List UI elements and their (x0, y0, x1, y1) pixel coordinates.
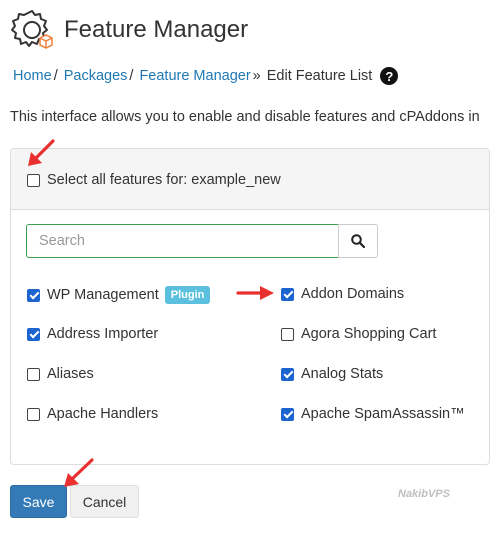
feature-item-address-importer[interactable]: Address Importer (27, 326, 158, 342)
feature-item-analog-stats[interactable]: Analog Stats (281, 366, 383, 382)
breadcrumb-separator: » (252, 68, 261, 84)
search-icon (351, 234, 365, 248)
feature-item-wp-management[interactable]: WP Management Plugin (27, 286, 211, 304)
page-header: Feature Manager (10, 8, 248, 52)
select-all-checkbox[interactable] (27, 173, 40, 187)
watermark-logo: NakibVPS (398, 488, 450, 500)
feature-label: Aliases (47, 366, 94, 382)
feature-label: WP Management (47, 287, 159, 303)
feature-checkbox[interactable] (27, 288, 40, 302)
select-all-checkbox-row[interactable]: Select all features for: example_new (27, 172, 281, 188)
feature-checkbox[interactable] (281, 327, 294, 341)
breadcrumb: Home / Packages / Feature Manager » Edit… (13, 67, 399, 85)
panel-header: Select all features for: example_new (11, 149, 489, 210)
intro-text: This interface allows you to enable and … (10, 109, 480, 125)
annotation-arrow-icon (236, 286, 274, 300)
feature-label: Apache SpamAssassin™ (301, 406, 465, 422)
annotation-arrow-icon (64, 458, 94, 487)
question-circle-icon[interactable]: ? (380, 67, 399, 85)
plugin-badge: Plugin (164, 286, 211, 304)
breadcrumb-current: Edit Feature List (266, 68, 373, 84)
feature-item-apache-handlers[interactable]: Apache Handlers (27, 406, 158, 422)
feature-manager-icon (10, 8, 54, 52)
breadcrumb-feature-manager[interactable]: Feature Manager (139, 68, 250, 84)
feature-item-agora-shopping-cart[interactable]: Agora Shopping Cart (281, 326, 436, 342)
feature-checkbox[interactable] (281, 367, 294, 381)
search-button[interactable] (338, 224, 378, 258)
feature-checkbox[interactable] (27, 407, 40, 421)
feature-label: Address Importer (47, 326, 159, 342)
feature-checkbox[interactable] (281, 407, 294, 421)
feature-list-panel: Select all features for: example_new WP … (10, 148, 490, 465)
breadcrumb-packages[interactable]: Packages (64, 68, 128, 84)
search-input[interactable] (26, 224, 338, 258)
feature-label: Agora Shopping Cart (301, 326, 437, 342)
breadcrumb-separator: / (53, 68, 58, 84)
feature-checkbox[interactable] (27, 327, 40, 341)
annotation-arrow-icon (28, 139, 55, 166)
feature-label: Apache Handlers (47, 406, 159, 422)
feature-checkbox[interactable] (27, 367, 40, 381)
feature-item-addon-domains[interactable]: Addon Domains (281, 286, 404, 302)
page-title: Feature Manager (64, 16, 249, 43)
feature-checkbox[interactable] (281, 287, 294, 301)
select-all-label: Select all features for: example_new (47, 172, 281, 188)
breadcrumb-separator: / (129, 68, 134, 84)
feature-item-apache-spamassassin[interactable]: Apache SpamAssassin™ (281, 406, 465, 422)
feature-item-aliases[interactable]: Aliases (27, 366, 94, 382)
search-group (26, 224, 378, 258)
feature-label: Analog Stats (301, 366, 384, 382)
feature-label: Addon Domains (301, 286, 405, 302)
breadcrumb-home[interactable]: Home (13, 68, 52, 84)
save-button[interactable]: Save (10, 485, 67, 518)
